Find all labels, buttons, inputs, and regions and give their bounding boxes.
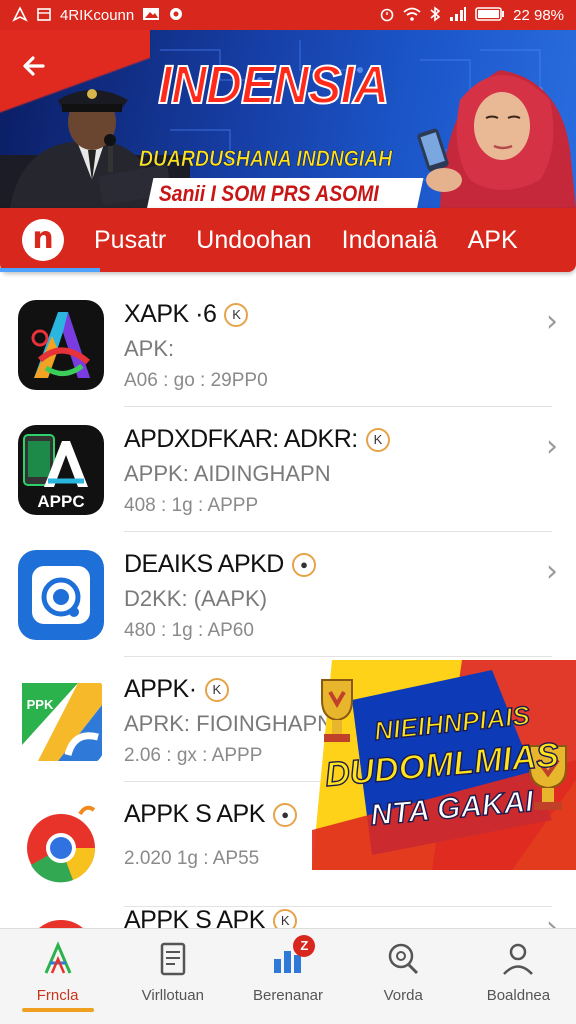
app-meta: A06 : go : 29PP0 bbox=[124, 370, 268, 391]
app-icon-xapk bbox=[18, 300, 104, 390]
nav-item-virllotuan[interactable]: Virllotuan bbox=[115, 929, 230, 1024]
app-subtitle: APK: bbox=[124, 336, 175, 361]
bluetooth-icon bbox=[429, 6, 441, 24]
nav-item-vorda[interactable]: Vorda bbox=[346, 929, 461, 1024]
app-icon-ppk: PPK bbox=[18, 675, 104, 765]
app-title-text: XAPK ·6 bbox=[124, 300, 217, 328]
navigation-icon bbox=[12, 6, 28, 24]
app-meta: 408 : 1g : APPP bbox=[124, 495, 259, 516]
app-subtitle: APPK: AIDINGHAPN bbox=[124, 461, 331, 486]
tab-pusatr[interactable]: Pusatr bbox=[94, 226, 166, 255]
app-title: DEAIKS APKD ● bbox=[124, 550, 316, 579]
app-icon-chrome bbox=[18, 800, 104, 890]
nav-label: Boaldnea bbox=[486, 987, 551, 1004]
bottom-navigation: Frncla Virllotuan Z Berenanar Vorda Boal… bbox=[0, 928, 576, 1024]
banner-title: INDENSIA bbox=[157, 54, 390, 116]
nav-label: Virllotuan bbox=[141, 987, 204, 1004]
app-badge: ● bbox=[272, 803, 297, 828]
chevron-right-icon[interactable]: › bbox=[546, 910, 558, 928]
status-bar: 4RIKcounn 22 98% bbox=[0, 0, 576, 30]
list-item[interactable]: XAPK ·6 K APK: A06 : go : 29PP0 › bbox=[0, 282, 576, 407]
app-subtitle: D2KK: (AAPK) bbox=[124, 586, 268, 611]
app-badge: K bbox=[224, 303, 249, 328]
app-icon-label: APPC bbox=[37, 492, 84, 511]
banner-subtitle: DUARDUSHANA INDNGIAH bbox=[139, 146, 393, 172]
status-left-text: 4RIKcounn bbox=[60, 6, 135, 24]
tab-undoohan[interactable]: Undoohan bbox=[196, 226, 311, 255]
list-item[interactable]: APPK S APK K › bbox=[0, 888, 576, 928]
app-title: APPK S APK K bbox=[124, 906, 297, 928]
status-bar-right: 22 98% bbox=[379, 6, 564, 24]
app-icon-appc: APPC bbox=[18, 425, 104, 515]
app-title: APDXDFKAR: ADKR: K bbox=[124, 425, 390, 454]
signal-icon bbox=[449, 6, 467, 24]
chevron-right-icon[interactable]: › bbox=[546, 304, 558, 339]
app-badge: K bbox=[204, 678, 229, 703]
notification-badge: Z bbox=[293, 935, 316, 957]
arrow-left-icon bbox=[23, 56, 45, 76]
app-title-text: APPK· bbox=[124, 675, 197, 703]
promo-overlay[interactable]: NIEIHNPIAIS DUDOMLMIAS NTA GAKAI bbox=[312, 660, 576, 870]
app-icon-partial bbox=[18, 906, 104, 928]
wifi-icon bbox=[403, 6, 421, 24]
chevron-right-icon[interactable]: › bbox=[546, 429, 558, 464]
alarm-icon bbox=[379, 6, 395, 24]
app-icon-deaiks bbox=[18, 550, 104, 640]
app-meta: 2.06 : gx : APPP bbox=[124, 745, 263, 766]
app-title-text: APDXDFKAR: ADKR: bbox=[124, 425, 358, 453]
app-logo[interactable]: n bbox=[22, 219, 64, 261]
app-title: XAPK ·6 K bbox=[124, 300, 249, 329]
nav-label: Frncla bbox=[36, 987, 79, 1004]
app-meta: 480 : 1g : AP60 bbox=[124, 620, 254, 641]
app-title-text: APPK S APK bbox=[124, 800, 265, 828]
search-icon bbox=[388, 943, 419, 975]
nav-item-berenanar[interactable]: Z Berenanar bbox=[230, 929, 345, 1024]
nav-label: Vorda bbox=[383, 987, 423, 1004]
tab-apk[interactable]: APK bbox=[468, 226, 518, 255]
app-badge: K bbox=[272, 909, 297, 928]
app-badge: K bbox=[365, 428, 390, 453]
app-meta: 2.020 1g : AP55 bbox=[124, 848, 260, 869]
tab-indonaia[interactable]: Indonaiâ bbox=[342, 226, 438, 255]
status-right-text: 22 98% bbox=[513, 6, 564, 24]
app-badge: ● bbox=[291, 553, 316, 578]
nav-item-frncla[interactable]: Frncla bbox=[0, 929, 115, 1024]
app-title: APPK· K bbox=[124, 675, 229, 704]
list-item[interactable]: DEAIKS APKD ● D2KK: (AAPK) 480 : 1g : AP6… bbox=[0, 532, 576, 657]
woman-illustration bbox=[417, 70, 576, 208]
status-bar-left: 4RIKcounn bbox=[12, 6, 184, 24]
app-subtitle: APRK: FIOINGHAPN bbox=[124, 711, 334, 736]
app-title-text: DEAIKS APKD bbox=[124, 550, 284, 578]
app-title: APPK S APK ● bbox=[124, 800, 297, 829]
calendar-icon bbox=[36, 6, 52, 24]
category-tab-bar: n Pusatr Undoohan Indonaiâ APK bbox=[0, 208, 576, 272]
banner-strip-text: Sanii I SOM PRS ASOMI bbox=[158, 181, 379, 206]
app-icon-label: PPK bbox=[27, 697, 54, 712]
home-app-icon bbox=[44, 941, 71, 974]
image-icon bbox=[142, 6, 160, 24]
active-nav-indicator bbox=[21, 1008, 94, 1012]
target-icon bbox=[168, 6, 184, 24]
user-icon bbox=[503, 943, 534, 975]
nav-item-boaldnea[interactable]: Boaldnea bbox=[461, 929, 576, 1024]
active-tab-indicator bbox=[0, 268, 100, 272]
chevron-right-icon[interactable]: › bbox=[546, 554, 558, 589]
back-button[interactable] bbox=[14, 46, 54, 86]
list-item[interactable]: APPC APDXDFKAR: ADKR: K APPK: AIDINGHAPN … bbox=[0, 407, 576, 532]
document-icon bbox=[160, 942, 186, 976]
nav-label: Berenanar bbox=[252, 987, 324, 1004]
battery-icon bbox=[475, 6, 505, 24]
app-title-text: APPK S APK bbox=[124, 906, 265, 928]
hero-banner[interactable]: INDENSIA DUARDUSHANA INDNGIAH Sanii I SO… bbox=[0, 30, 576, 208]
